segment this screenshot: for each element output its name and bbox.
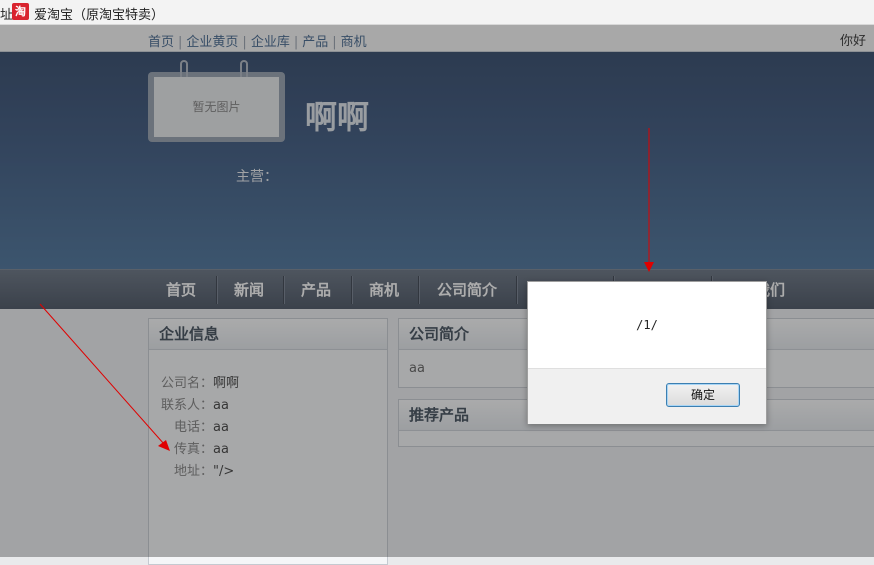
alert-footer: 确定 [528, 368, 766, 424]
alert-dialog: /1/ 确定 [527, 281, 767, 424]
ok-button[interactable]: 确定 [666, 383, 740, 407]
bookmark-link[interactable]: 爱淘宝（原淘宝特卖） [34, 4, 164, 23]
bookmark-bar: 址 淘 爱淘宝（原淘宝特卖） [0, 0, 874, 25]
alert-message: /1/ [636, 318, 658, 332]
taobao-icon[interactable]: 淘 [12, 3, 29, 20]
